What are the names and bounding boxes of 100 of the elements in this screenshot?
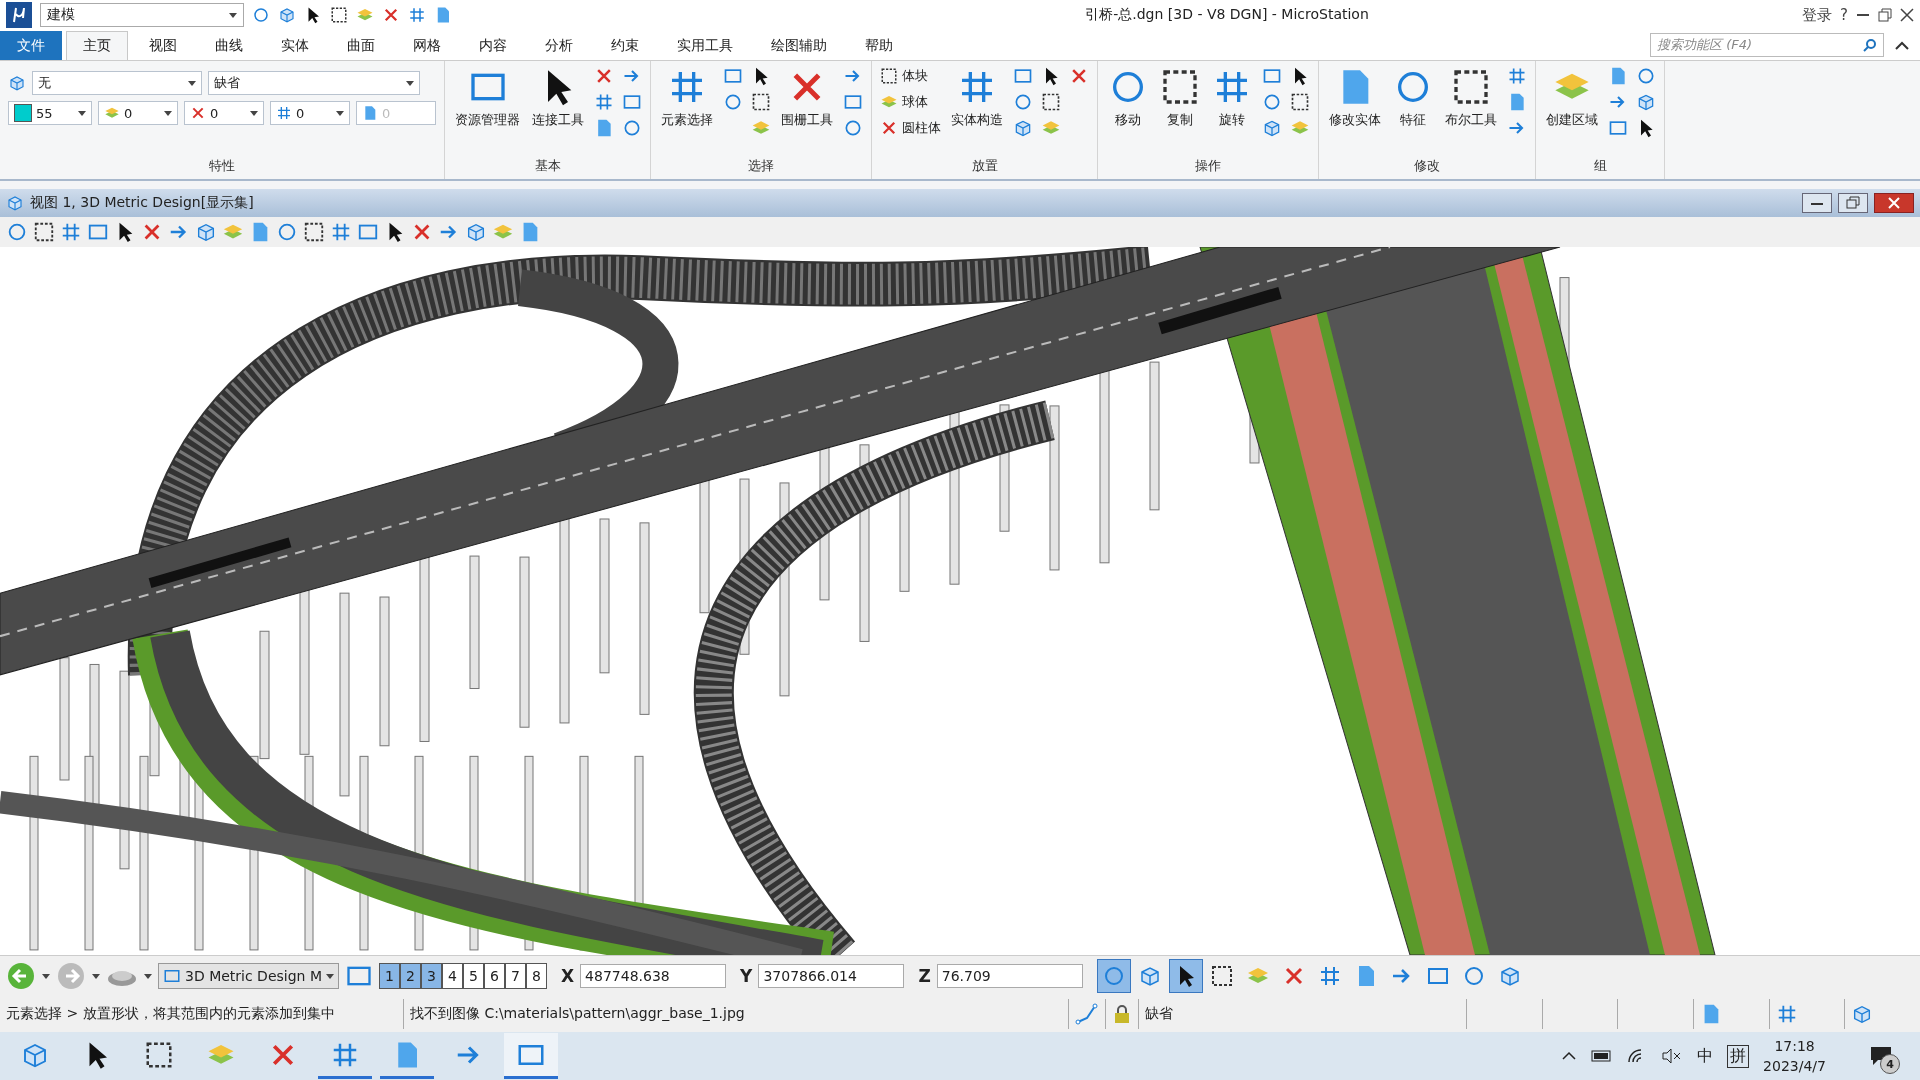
dashed-square-icon [1290, 92, 1310, 112]
ribbon-tab[interactable]: 实体 [264, 31, 326, 60]
square-icon [622, 92, 642, 112]
view-button[interactable]: 3 [421, 963, 442, 989]
cross-icon [880, 119, 898, 137]
ribbon-tool-button[interactable]: 体块 [880, 65, 941, 87]
coordinate-label: Z [918, 966, 931, 986]
view-button[interactable]: 5 [463, 963, 484, 989]
login-link[interactable]: 登录 [1802, 5, 1833, 25]
help-button[interactable]: ? [1840, 6, 1848, 24]
level-dropdown[interactable]: 无 [32, 71, 202, 95]
grid-icon [276, 105, 292, 121]
caret-icon [326, 973, 334, 979]
caret-icon [250, 110, 258, 116]
ribbon-tool-button[interactable]: 元素选择 [659, 65, 715, 131]
ime-mode-indicator[interactable]: 拼 [1727, 1044, 1750, 1068]
transparency-dropdown[interactable]: 0 [270, 101, 350, 125]
ribbon-tab[interactable]: 分析 [528, 31, 590, 60]
grid-icon [1507, 66, 1527, 86]
cube-icon [1636, 92, 1656, 112]
restore-icon[interactable] [1838, 193, 1868, 213]
ribbon-tab[interactable]: 实用工具 [660, 31, 750, 60]
square-icon [1262, 66, 1282, 86]
ribbon-tab[interactable]: 视图 [132, 31, 194, 60]
ribbon-tool-button[interactable]: 旋转 [1210, 65, 1254, 131]
ribbon-tab[interactable]: 约束 [594, 31, 656, 60]
ribbon-tab[interactable]: 曲面 [330, 31, 392, 60]
caret-icon [229, 12, 237, 18]
coordinate-field[interactable]: 76.709 [936, 964, 1083, 988]
circle-icon [276, 221, 298, 243]
group-title: 特性 [208, 157, 236, 175]
grid-icon [60, 221, 82, 243]
square-icon [1608, 118, 1628, 138]
caret-icon [164, 110, 172, 116]
minimize-icon[interactable] [1802, 193, 1832, 213]
battery-icon[interactable] [1591, 1049, 1614, 1063]
clock[interactable]: 17:18 2023/4/7 [1763, 1036, 1826, 1076]
coordinate-field[interactable]: 3707866.014 [758, 964, 905, 988]
style-dropdown[interactable]: 0 [98, 101, 178, 125]
view-button[interactable]: 1 [379, 963, 400, 989]
window-title: 引桥-总.dgn [3D - V8 DGN] - MicroStation [1084, 6, 1370, 24]
view-button[interactable]: 4 [442, 963, 463, 989]
view-button[interactable]: 6 [484, 963, 505, 989]
ribbon-tool-button[interactable]: 创建区域 [1544, 65, 1600, 131]
ribbon-search-field[interactable]: 搜索功能区 (F4) [1650, 33, 1884, 57]
coordinate-field[interactable]: 487748.638 [580, 964, 727, 988]
search-icon [1863, 38, 1877, 52]
ribbon-tool-button[interactable]: 圆柱体 [880, 117, 941, 139]
square-icon [723, 66, 743, 86]
weight-dropdown[interactable]: 0 [184, 101, 264, 125]
group-title: 基本 [533, 157, 562, 175]
notification-count: 4 [1880, 1054, 1900, 1074]
ribbon-tab[interactable]: 主页 [66, 31, 128, 60]
file-menu-tab[interactable]: 文件 [0, 31, 62, 60]
cube-icon [278, 6, 296, 24]
caret-icon [188, 80, 196, 86]
ime-indicator[interactable]: 中 [1697, 1045, 1714, 1067]
ribbon-tab[interactable]: 网格 [396, 31, 458, 60]
ribbon-tool-button[interactable]: 布尔工具 [1443, 65, 1499, 131]
dashed-square-icon [33, 221, 55, 243]
page-icon [362, 105, 378, 121]
ribbon-tab[interactable]: 帮助 [848, 31, 910, 60]
ribbon-tool-button[interactable]: 复制 [1158, 65, 1202, 131]
view-button[interactable]: 2 [400, 963, 421, 989]
circle-icon [6, 221, 28, 243]
close-icon[interactable] [1874, 193, 1914, 213]
color-dropdown[interactable]: 55 [8, 101, 92, 125]
dashed-square-icon [303, 221, 325, 243]
grid-icon [594, 92, 614, 112]
view-button[interactable]: 7 [505, 963, 526, 989]
circle-icon [622, 118, 642, 138]
ribbon-tool-button[interactable]: 移动 [1106, 65, 1150, 131]
ribbon-tool-button[interactable]: 球体 [880, 91, 941, 113]
restore-icon[interactable] [1878, 8, 1892, 22]
dashed-square-icon [1041, 92, 1061, 112]
dashed-square-icon [751, 92, 771, 112]
ribbon-tab[interactable]: 内容 [462, 31, 524, 60]
ribbon-tab[interactable]: 曲线 [198, 31, 260, 60]
dashed-square-icon [880, 67, 898, 85]
ribbon-tool-button[interactable]: 特征 [1391, 65, 1435, 131]
group-title: 放置 [970, 157, 999, 175]
square-icon [163, 967, 181, 985]
cube-icon [1262, 118, 1282, 138]
ribbon-tab[interactable]: 绘图辅助 [754, 31, 844, 60]
workflow-dropdown[interactable]: 建模 [40, 3, 244, 27]
ribbon-tool-button[interactable]: 修改实体 [1327, 65, 1383, 131]
template-dropdown[interactable]: 缺省 [208, 71, 420, 95]
view-button[interactable]: 8 [526, 963, 547, 989]
ribbon-tool-button[interactable]: 实体构造 [949, 65, 1005, 131]
status-message: 找不到图像 C:\materials\pattern\aggr_base_1.jpg [409, 1005, 745, 1023]
circle-icon [1013, 92, 1033, 112]
view-group-dropdown[interactable]: 3D Metric Design M [158, 963, 339, 989]
cube-icon [465, 221, 487, 243]
snap-button[interactable] [1168, 959, 1203, 993]
ribbon-tool-button[interactable]: 围栅工具 [779, 65, 835, 131]
group-title: 操作 [1194, 157, 1222, 175]
ribbon-tool-button[interactable]: 连接工具 [530, 65, 586, 131]
ribbon-tool-button[interactable]: 资源管理器 [453, 65, 522, 131]
close-icon[interactable] [1900, 8, 1914, 22]
caret-icon [144, 973, 152, 979]
